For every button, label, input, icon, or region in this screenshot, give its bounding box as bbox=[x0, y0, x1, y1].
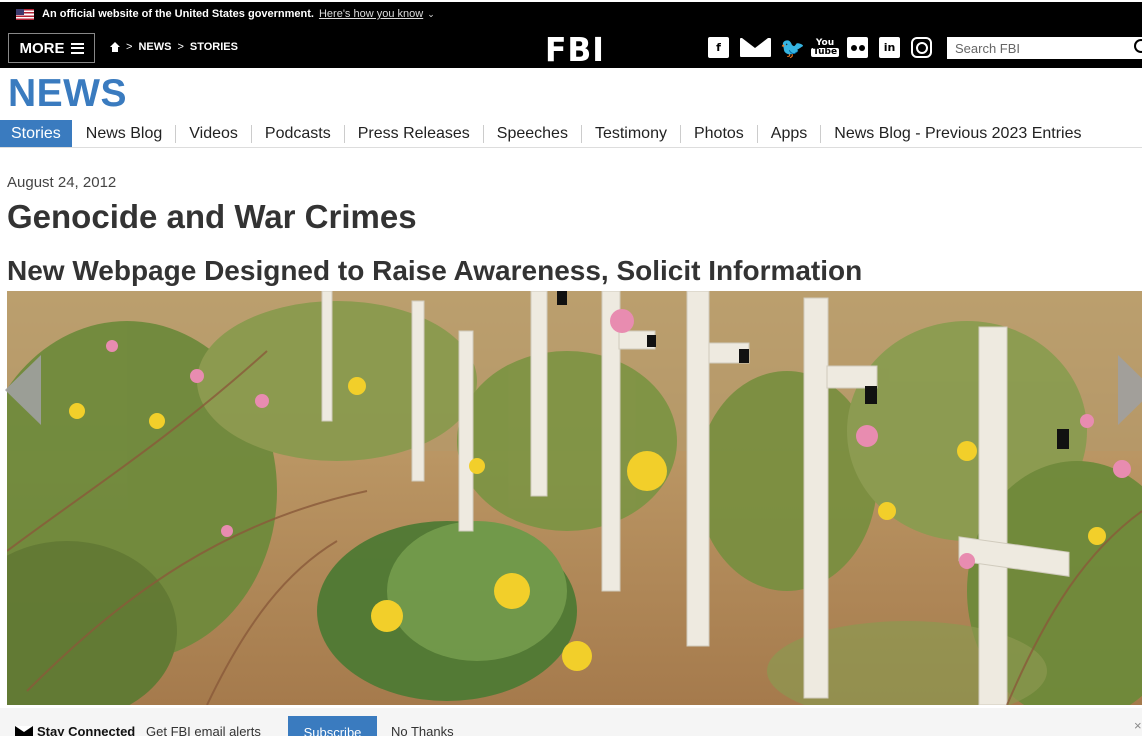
tab-news-blog-2023[interactable]: News Blog - Previous 2023 Entries bbox=[820, 124, 1094, 143]
tab-news-blog[interactable]: News Blog bbox=[73, 125, 175, 143]
tab-press-releases[interactable]: Press Releases bbox=[343, 124, 483, 143]
carousel-prev-arrow-icon[interactable] bbox=[5, 355, 41, 425]
hamburger-icon bbox=[70, 42, 84, 54]
youtube-icon[interactable]: You Tube bbox=[810, 37, 840, 58]
article-subtitle: New Webpage Designed to Raise Awareness,… bbox=[7, 255, 863, 286]
more-menu-button[interactable]: MORE bbox=[8, 33, 95, 63]
tab-apps[interactable]: Apps bbox=[756, 124, 820, 143]
official-site-text: An official website of the United States… bbox=[42, 8, 314, 20]
email-icon[interactable] bbox=[740, 38, 771, 57]
heres-how-link[interactable]: Here's how you know bbox=[319, 8, 423, 20]
home-icon[interactable] bbox=[110, 42, 120, 52]
flickr-icon[interactable] bbox=[847, 37, 868, 58]
envelope-icon bbox=[15, 726, 33, 736]
tab-stories[interactable]: Stories bbox=[0, 120, 72, 147]
us-flag-icon bbox=[16, 8, 34, 20]
page-title: Genocide and War Crimes bbox=[7, 198, 417, 235]
carousel-next-arrow-icon[interactable] bbox=[1118, 355, 1142, 425]
close-icon[interactable]: × bbox=[1134, 718, 1142, 733]
tab-videos[interactable]: Videos bbox=[175, 124, 251, 143]
breadcrumb: > NEWS > STORIES bbox=[110, 41, 238, 53]
email-alerts-text: Get FBI email alerts bbox=[146, 724, 261, 736]
section-title: NEWS bbox=[8, 72, 127, 115]
search-box bbox=[947, 37, 1142, 59]
gov-banner: An official website of the United States… bbox=[0, 0, 1142, 28]
tab-podcasts[interactable]: Podcasts bbox=[250, 124, 344, 143]
linkedin-icon[interactable]: in bbox=[879, 37, 900, 58]
article-date: August 24, 2012 bbox=[7, 174, 117, 191]
instagram-icon[interactable] bbox=[911, 37, 932, 58]
twitter-icon[interactable]: 🐦 bbox=[780, 36, 805, 60]
breadcrumb-separator: > bbox=[177, 41, 184, 53]
sub-navigation: Stories News Blog Videos Podcasts Press … bbox=[0, 120, 1142, 148]
youtube-icon-bottom: Tube bbox=[810, 46, 840, 57]
subscribe-button[interactable]: Subscribe bbox=[288, 716, 377, 736]
no-thanks-link[interactable]: No Thanks bbox=[391, 724, 454, 736]
memorial-crosses-photo bbox=[7, 291, 1142, 705]
facebook-icon[interactable]: f bbox=[708, 37, 729, 58]
social-links: f 🐦 You Tube in bbox=[708, 36, 932, 60]
tab-speeches[interactable]: Speeches bbox=[482, 124, 581, 143]
stay-connected-label: Stay Connected bbox=[37, 724, 136, 736]
fbi-logo[interactable]: FBI bbox=[545, 30, 605, 69]
chevron-down-icon[interactable]: ⌄ bbox=[427, 9, 435, 20]
more-label: MORE bbox=[19, 39, 65, 57]
hero-image bbox=[7, 291, 1142, 705]
breadcrumb-stories[interactable]: STORIES bbox=[190, 41, 238, 53]
breadcrumb-news[interactable]: NEWS bbox=[138, 41, 171, 53]
site-header: MORE > NEWS > STORIES FBI f 🐦 You Tube i… bbox=[0, 28, 1142, 69]
breadcrumb-separator: > bbox=[126, 41, 133, 53]
tab-photos[interactable]: Photos bbox=[679, 124, 757, 143]
search-icon[interactable] bbox=[1131, 37, 1142, 59]
tab-testimony[interactable]: Testimony bbox=[580, 124, 680, 143]
stay-connected-bar: Stay Connected Get FBI email alerts Subs… bbox=[0, 708, 1142, 736]
search-input[interactable] bbox=[947, 40, 1131, 56]
